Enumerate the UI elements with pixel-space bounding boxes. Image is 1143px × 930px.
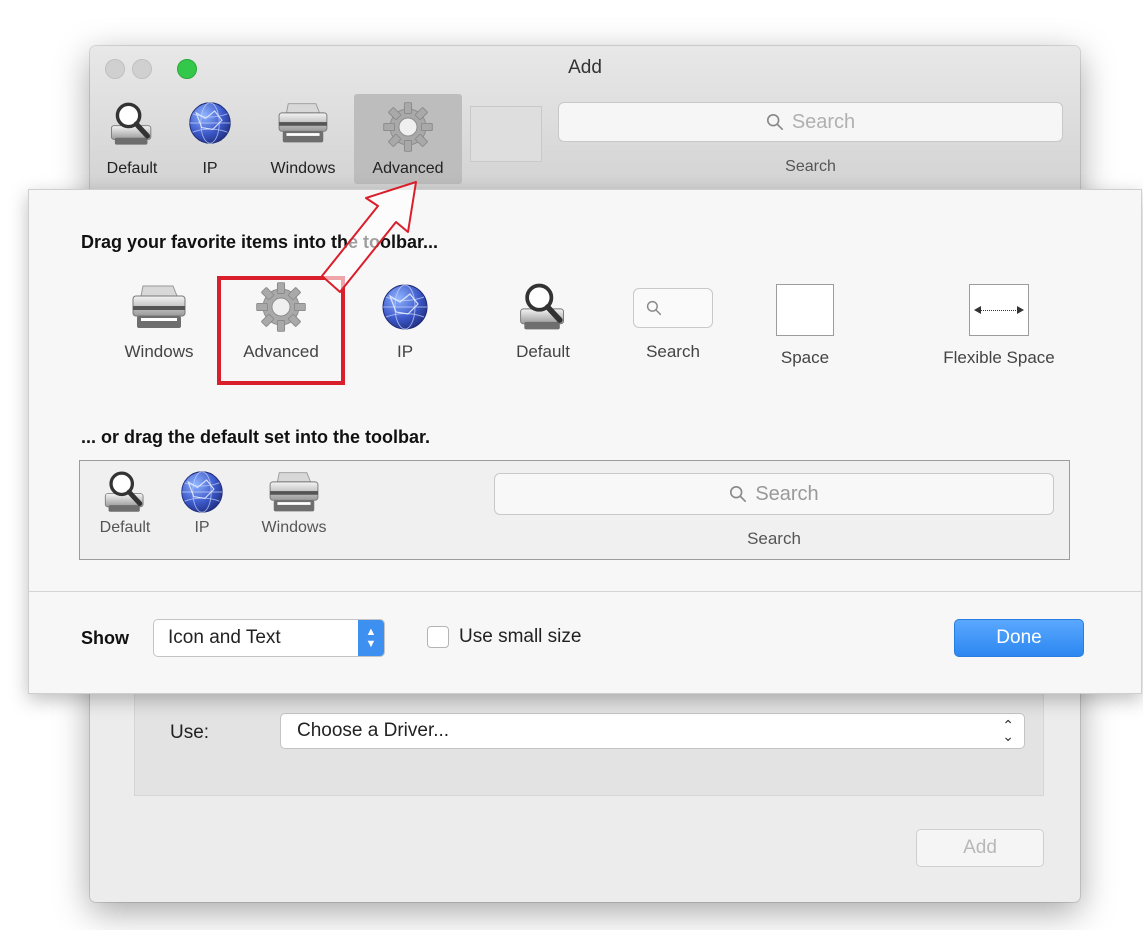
search-field-icon (633, 288, 713, 328)
default-set-item-label: Default (99, 519, 151, 536)
toolbar-search-field[interactable]: Search (558, 102, 1063, 142)
select-stepper-icon: ▲ ▼ (358, 620, 384, 656)
palette-item-label: IP (396, 342, 414, 361)
default-printer-magnifier-icon (106, 100, 158, 148)
default-set-heading: ... or drag the default set into the too… (81, 427, 431, 447)
default-set-search-field: Search (494, 473, 1054, 515)
default-set-item-label: Windows (261, 519, 327, 536)
toolbar-search-label: Search (785, 158, 836, 175)
toolbar-search-placeholder: Search (791, 110, 856, 133)
driver-select-value: Choose a Driver... (297, 720, 450, 741)
show-mode-select[interactable]: Icon and Text ▲ ▼ (153, 619, 385, 657)
search-icon (766, 113, 784, 131)
windows-printer-icon (266, 469, 322, 515)
default-set-item-windows: Windows (244, 469, 344, 537)
ip-globe-icon (187, 100, 233, 146)
default-set-item-label: IP (194, 519, 210, 536)
use-small-size-label[interactable]: Use small size (459, 626, 581, 648)
customize-toolbar-sheet: Drag your favorite items into the toolba… (28, 189, 1142, 694)
palette-item-windows[interactable]: Windows (109, 280, 209, 362)
use-small-size-checkbox[interactable] (427, 626, 449, 648)
divider (29, 591, 1141, 592)
palette-item-label: Windows (124, 342, 194, 361)
show-label: Show (81, 628, 129, 648)
palette-item-search[interactable]: Search (633, 288, 713, 362)
toolbar-drop-placeholder (470, 106, 542, 162)
driver-select[interactable]: Choose a Driver... ⌃ ⌄ (280, 713, 1025, 749)
ip-globe-icon (179, 469, 225, 515)
palette-item-label: Space (780, 348, 830, 367)
add-button[interactable]: Add (916, 829, 1044, 867)
search-icon (729, 485, 747, 503)
window-title: Add (568, 57, 602, 78)
windows-printer-icon (129, 280, 189, 334)
toolbar-item-ip[interactable]: IP (182, 94, 238, 184)
titlebar: Add Default IP Windows Advanced Search S… (90, 46, 1080, 190)
palette-item-flexible-space[interactable]: Flexible Space (925, 284, 1073, 368)
use-label: Use: (170, 722, 210, 743)
drag-arrow-icon (321, 181, 417, 293)
palette-item-label: Default (516, 342, 570, 361)
advanced-gear-icon (381, 100, 435, 154)
default-printer-magnifier-icon (100, 469, 150, 515)
search-icon (646, 300, 662, 316)
palette-item-label: Search (646, 342, 700, 361)
default-set-search-placeholder: Search (755, 482, 819, 505)
space-icon (776, 284, 834, 336)
default-set-item-ip: IP (176, 469, 228, 537)
palette-item-default[interactable]: Default (501, 280, 585, 362)
show-mode-value: Icon and Text (168, 627, 281, 648)
flexible-space-icon (969, 284, 1029, 336)
default-set-item-default: Default (90, 469, 160, 537)
toolbar-item-label: Default (106, 160, 158, 177)
toolbar-item-default[interactable]: Default (98, 94, 166, 184)
default-set-bar[interactable]: Default IP Windows Search Search (79, 460, 1070, 560)
default-printer-magnifier-icon (515, 280, 571, 334)
toolbar-item-label: IP (202, 160, 218, 177)
palette-item-label: Flexible Space (943, 348, 1055, 367)
default-set-search-label: Search (747, 529, 801, 548)
select-arrows-icon: ⌃ ⌄ (1002, 717, 1014, 744)
palette-item-space[interactable]: Space (767, 284, 843, 368)
done-button[interactable]: Done (954, 619, 1084, 657)
windows-printer-icon (275, 100, 331, 146)
